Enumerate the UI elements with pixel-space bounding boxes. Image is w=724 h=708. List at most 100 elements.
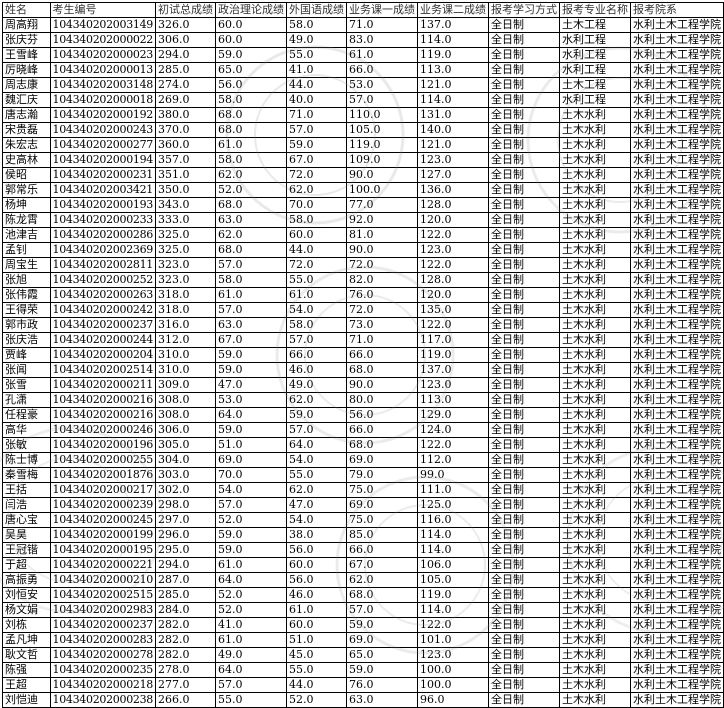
cell-total-score: 308.0 [155, 392, 216, 408]
admission-score-sheet: 姓名 考生编号 初试总成绩 政治理论成绩 外国语成绩 业务课一成绩 业务课二成绩 报考学习方式… [2, 2, 724, 708]
cell-foreign-language-score: 44.0 [286, 677, 347, 693]
cell-foreign-language-score: 54.0 [286, 452, 347, 468]
cell-exam-id: 104340202002515 [49, 587, 157, 603]
cell-major-name: 土木水利 [559, 152, 631, 168]
cell-subject-two-score: 122.0 [417, 257, 489, 273]
cell-subject-one-score: 90.0 [346, 377, 418, 393]
cell-total-score: 278.0 [155, 662, 216, 678]
cell-study-mode: 全日制 [488, 242, 560, 258]
cell-major-name: 土木水利 [559, 527, 631, 543]
cell-politics-score: 68.0 [215, 107, 287, 123]
cell-name: 刘恒安 [2, 587, 51, 603]
cell-subject-one-score: 59.0 [346, 617, 418, 633]
cell-department: 水利土木工程学院 [630, 572, 724, 588]
cell-foreign-language-score: 62.0 [286, 182, 347, 198]
cell-subject-two-score: 137.0 [417, 17, 489, 33]
cell-politics-score: 62.0 [215, 167, 287, 183]
cell-politics-score: 61.0 [215, 632, 287, 648]
cell-politics-score: 57.0 [215, 497, 287, 513]
cell-major-name: 土木水利 [559, 587, 631, 603]
table-row: 魏汇庆 104340202000018 269.0 58.0 40.0 57.0 114.0… [2, 92, 724, 108]
cell-subject-two-score: 114.0 [417, 92, 489, 108]
cell-subject-one-score: 53.0 [346, 77, 418, 93]
cell-exam-id: 104340202000244 [49, 332, 157, 348]
cell-department: 水利土木工程学院 [630, 452, 724, 468]
table-row: 陈士博 104340202000255 304.0 69.0 54.0 69.0 112.0… [2, 452, 724, 468]
cell-total-score: 297.0 [155, 512, 216, 528]
cell-study-mode: 全日制 [488, 122, 560, 138]
cell-politics-score: 60.0 [215, 17, 287, 33]
cell-subject-two-score: 123.0 [417, 242, 489, 258]
cell-subject-one-score: 75.0 [346, 482, 418, 498]
cell-name: 孟凡坤 [2, 632, 51, 648]
cell-major-name: 土木水利 [559, 242, 631, 258]
table-row: 刘恒安 104340202002515 285.0 52.0 46.0 68.0 119.0… [2, 587, 724, 603]
cell-exam-id: 104340202000283 [49, 632, 157, 648]
cell-politics-score: 56.0 [215, 77, 287, 93]
cell-foreign-language-score: 44.0 [286, 77, 347, 93]
cell-department: 水利土木工程学院 [630, 272, 724, 288]
cell-exam-id: 104340202002983 [49, 602, 157, 618]
cell-politics-score: 57.0 [215, 257, 287, 273]
cell-study-mode: 全日制 [488, 377, 560, 393]
cell-subject-two-score: 137.0 [417, 362, 489, 378]
cell-politics-score: 58.0 [215, 152, 287, 168]
cell-department: 水利土木工程学院 [630, 197, 724, 213]
cell-subject-one-score: 105.0 [346, 122, 418, 138]
cell-subject-two-score: 119.0 [417, 47, 489, 63]
cell-study-mode: 全日制 [488, 347, 560, 363]
cell-major-name: 土木水利 [559, 557, 631, 573]
cell-department: 水利土木工程学院 [630, 377, 724, 393]
cell-subject-one-score: 57.0 [346, 92, 418, 108]
cell-foreign-language-score: 55.0 [286, 272, 347, 288]
cell-subject-one-score: 59.0 [346, 662, 418, 678]
cell-major-name: 土木水利 [559, 512, 631, 528]
cell-study-mode: 全日制 [488, 227, 560, 243]
cell-major-name: 土木水利 [559, 167, 631, 183]
cell-total-score: 312.0 [155, 332, 216, 348]
cell-foreign-language-score: 57.0 [286, 332, 347, 348]
cell-politics-score: 61.0 [215, 287, 287, 303]
cell-total-score: 351.0 [155, 167, 216, 183]
cell-study-mode: 全日制 [488, 587, 560, 603]
cell-name: 吴昊 [2, 527, 51, 543]
cell-study-mode: 全日制 [488, 47, 560, 63]
cell-foreign-language-score: 72.0 [286, 257, 347, 273]
cell-department: 水利土木工程学院 [630, 512, 724, 528]
cell-name: 周宝生 [2, 257, 51, 273]
table-row: 郭常乐 104340202003421 350.0 52.0 62.0 100.0 136.… [2, 182, 724, 198]
cell-study-mode: 全日制 [488, 317, 560, 333]
cell-major-name: 土木水利 [559, 437, 631, 453]
cell-total-score: 266.0 [155, 692, 216, 708]
cell-subject-one-score: 72.0 [346, 302, 418, 318]
cell-total-score: 323.0 [155, 257, 216, 273]
cell-major-name: 土木水利 [559, 317, 631, 333]
cell-name: 张庆芬 [2, 32, 51, 48]
cell-total-score: 326.0 [155, 17, 216, 33]
cell-total-score: 274.0 [155, 77, 216, 93]
column-header-politics-score: 政治理论成绩 [215, 2, 287, 18]
cell-subject-one-score: 71.0 [346, 17, 418, 33]
cell-total-score: 287.0 [155, 572, 216, 588]
cell-foreign-language-score: 49.0 [286, 32, 347, 48]
cell-subject-one-score: 77.0 [346, 197, 418, 213]
cell-department: 水利土木工程学院 [630, 242, 724, 258]
cell-total-score: 325.0 [155, 227, 216, 243]
cell-department: 水利土木工程学院 [630, 92, 724, 108]
cell-foreign-language-score: 52.0 [286, 692, 347, 708]
cell-subject-one-score: 62.0 [346, 572, 418, 588]
cell-study-mode: 全日制 [488, 302, 560, 318]
cell-study-mode: 全日制 [488, 632, 560, 648]
cell-politics-score: 59.0 [215, 422, 287, 438]
cell-department: 水利土木工程学院 [630, 212, 724, 228]
cell-exam-id: 104340202000235 [49, 662, 157, 678]
cell-major-name: 土木水利 [559, 617, 631, 633]
cell-foreign-language-score: 58.0 [286, 212, 347, 228]
cell-study-mode: 全日制 [488, 167, 560, 183]
cell-total-score: 305.0 [155, 437, 216, 453]
cell-politics-score: 67.0 [215, 332, 287, 348]
cell-politics-score: 70.0 [215, 467, 287, 483]
cell-politics-score: 59.0 [215, 542, 287, 558]
cell-subject-one-score: 110.0 [346, 107, 418, 123]
cell-exam-id: 104340202000246 [49, 422, 157, 438]
